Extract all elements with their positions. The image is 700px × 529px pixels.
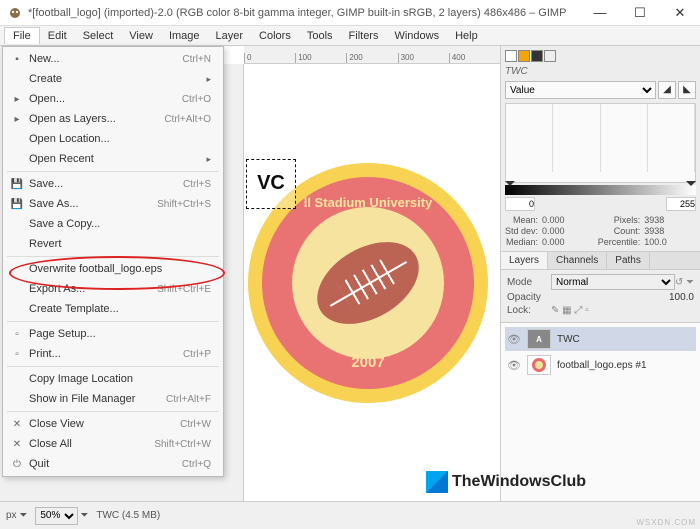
windows-logo-icon (426, 471, 448, 493)
canvas[interactable]: ll Stadium University 2007 VC (244, 64, 500, 501)
ruler-vertical (224, 64, 244, 501)
twc-text-layer[interactable]: VC (246, 159, 296, 209)
histogram-title: TWC (505, 66, 696, 77)
menu-item-copy-image-location[interactable]: Copy Image Location (3, 369, 223, 389)
menu-edit[interactable]: Edit (40, 28, 75, 44)
layer-thumb-text: A (527, 329, 551, 349)
menu-layer[interactable]: Layer (208, 28, 252, 44)
menu-file[interactable]: File (4, 27, 40, 44)
tab-layers[interactable]: Layers (501, 252, 548, 269)
menu-item-print[interactable]: ▫Print...Ctrl+P (3, 344, 223, 364)
mode-label: Mode (507, 277, 551, 288)
window-title: *[football_logo] (imported)-2.0 (RGB col… (28, 7, 580, 19)
menu-help[interactable]: Help (447, 28, 486, 44)
menu-item-open-as-layers[interactable]: ▸Open as Layers...Ctrl+Alt+O (3, 109, 223, 129)
menu-item-overwrite-football-logo-eps[interactable]: Overwrite football_logo.eps (3, 259, 223, 279)
footer-credit: WSXDN.COM (636, 518, 696, 527)
visibility-icon[interactable]: 👁 (507, 359, 521, 372)
gimp-icon (8, 6, 22, 20)
histogram-stats: Mean:0.000Pixels:3938 Std dev:0.000Count… (505, 215, 696, 247)
zoom-selector[interactable]: 50% ⏷ (35, 507, 88, 525)
menu-item-show-in-file-manager[interactable]: Show in File ManagerCtrl+Alt+F (3, 389, 223, 409)
tab-paths[interactable]: Paths (607, 252, 650, 269)
status-bar: px ⏷ 50% ⏷ TWC (4.5 MB) (0, 501, 700, 529)
menu-item-revert[interactable]: Revert (3, 234, 223, 254)
status-info: TWC (4.5 MB) (96, 510, 160, 521)
lock-icons[interactable]: ✎ ▦ ⤢ ▫ (551, 305, 589, 316)
menu-item-quit[interactable]: ⏻QuitCtrl+Q (3, 454, 223, 474)
layer-panel-tabs: Layers Channels Paths (501, 252, 700, 270)
histogram-display (505, 103, 696, 183)
right-panel: TWC Value ◢ ◣ Mean:0.000Pixels:3938 Std … (500, 46, 700, 501)
range-low-input[interactable] (505, 197, 535, 211)
menu-colors[interactable]: Colors (251, 28, 299, 44)
menu-item-page-setup[interactable]: ▫Page Setup... (3, 324, 223, 344)
histogram-range-slider[interactable] (505, 185, 696, 195)
histogram-log-button[interactable]: ◣ (678, 81, 696, 99)
watermark: TheWindowsClub (426, 471, 586, 493)
minimize-button[interactable]: — (580, 0, 620, 26)
layer-thumb-image (527, 355, 551, 375)
lock-label: Lock: (507, 305, 551, 316)
menu-item-save[interactable]: 💾Save...Ctrl+S (3, 174, 223, 194)
logo-image: ll Stadium University 2007 VC (248, 163, 488, 403)
menu-bar: File Edit Select View Image Layer Colors… (0, 26, 700, 46)
menu-item-open[interactable]: ▸Open...Ctrl+O (3, 89, 223, 109)
menu-filters[interactable]: Filters (341, 28, 387, 44)
blend-mode-select[interactable]: Normal (551, 274, 675, 290)
histogram-linear-button[interactable]: ◢ (658, 81, 676, 99)
close-button[interactable]: ✕ (660, 0, 700, 26)
file-menu-dropdown: ▪New...Ctrl+NCreate▸▸Open...Ctrl+O▸Open … (2, 46, 224, 477)
range-high-input[interactable] (666, 197, 696, 211)
visibility-icon[interactable]: 👁 (507, 333, 521, 346)
menu-image[interactable]: Image (161, 28, 208, 44)
menu-tools[interactable]: Tools (299, 28, 341, 44)
layer-row-twc[interactable]: 👁 A TWC (505, 327, 696, 351)
unit-selector[interactable]: px ⏷ (6, 510, 27, 521)
menu-item-close-view[interactable]: ✕Close ViewCtrl+W (3, 414, 223, 434)
opacity-value[interactable]: 100.0 (669, 292, 694, 303)
canvas-area: 0100200300400 ll Stadium University 2007… (224, 46, 500, 501)
opacity-label: Opacity (507, 292, 551, 303)
layer-row-logo[interactable]: 👁 football_logo.eps #1 (505, 353, 696, 377)
menu-item-open-recent[interactable]: Open Recent▸ (3, 149, 223, 169)
menu-item-close-all[interactable]: ✕Close AllShift+Ctrl+W (3, 434, 223, 454)
menu-select[interactable]: Select (75, 28, 122, 44)
menu-item-create[interactable]: Create▸ (3, 69, 223, 89)
menu-item-create-template[interactable]: Create Template... (3, 299, 223, 319)
dock-tabs[interactable] (505, 50, 696, 62)
menu-item-save-a-copy[interactable]: Save a Copy... (3, 214, 223, 234)
tab-channels[interactable]: Channels (548, 252, 607, 269)
menu-windows[interactable]: Windows (386, 28, 447, 44)
menu-item-new[interactable]: ▪New...Ctrl+N (3, 49, 223, 69)
menu-view[interactable]: View (121, 28, 161, 44)
menu-item-open-location[interactable]: Open Location... (3, 129, 223, 149)
menu-item-export-as[interactable]: Export As...Shift+Ctrl+E (3, 279, 223, 299)
ruler-horizontal: 0100200300400 (244, 46, 500, 64)
histogram-mode-select[interactable]: Value (505, 81, 656, 99)
menu-item-save-as[interactable]: 💾Save As...Shift+Ctrl+S (3, 194, 223, 214)
title-bar: *[football_logo] (imported)-2.0 (RGB col… (0, 0, 700, 26)
maximize-button[interactable]: ☐ (620, 0, 660, 26)
